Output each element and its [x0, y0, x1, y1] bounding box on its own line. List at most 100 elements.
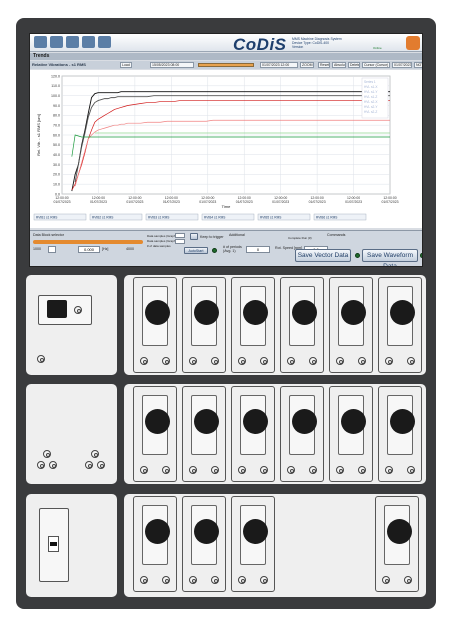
screw-icon: [358, 466, 366, 474]
sensor-module: [280, 386, 324, 482]
screw-icon: [407, 466, 415, 474]
connector-port-icon: [194, 519, 219, 544]
y-tick-label: 60.0: [53, 133, 60, 137]
keep-trigger-checkbox[interactable]: [190, 233, 198, 240]
screw-icon: [189, 576, 197, 584]
y-tick-label: 40.0: [53, 153, 60, 157]
start-time-field[interactable]: 15/05/2023 08:00: [150, 62, 194, 68]
zoom-button[interactable]: ZOOM: [300, 62, 314, 68]
connector-port-icon: [341, 300, 366, 325]
screw-icon: [404, 576, 412, 584]
range-value-field[interactable]: 0.000: [78, 246, 100, 253]
x-tick-label: 01/07/2023: [163, 200, 180, 204]
home-icon[interactable]: [34, 36, 47, 48]
screw-icon: [140, 576, 148, 584]
save-waveform-button[interactable]: Save Waveform Data: [362, 249, 418, 266]
screw-icon: [238, 576, 246, 584]
y-tick-label: 20.0: [53, 173, 60, 177]
sensor-module: [182, 277, 226, 373]
settings-icon[interactable]: [50, 36, 63, 48]
sample-field-1[interactable]: [175, 233, 185, 238]
screw-icon: [336, 466, 344, 474]
sample-field-2[interactable]: [175, 239, 185, 244]
y-axis-label: Rel. Vib. - s1 RMS [um]: [36, 114, 41, 156]
sensor-module: [378, 277, 422, 373]
report-icon[interactable]: [82, 36, 95, 48]
screw-icon: [260, 357, 268, 365]
cursor-time-field[interactable]: 01/07/2023 12:00: [392, 62, 412, 68]
end-time-field[interactable]: 01/07/2023 12:00: [260, 62, 298, 68]
brand-logo-text: CoDiS: [233, 35, 287, 54]
connector-port-icon: [243, 519, 268, 544]
connector-port-icon: [292, 300, 317, 325]
header-bar: CoDiS MMS Machine Diagnosis System Devic…: [30, 34, 422, 54]
sensor-module: [133, 496, 177, 592]
help-icon[interactable]: [98, 36, 111, 48]
y-tick-label: 120.0: [51, 74, 60, 78]
reset-button[interactable]: Reset: [318, 62, 330, 68]
screw-icon: [385, 357, 393, 365]
x-tick-label: 01/07/2023: [236, 200, 253, 204]
extra-value-field[interactable]: NOT SET: [414, 62, 422, 68]
sensor-module: [231, 277, 275, 373]
x-tick-label: 01/07/2023: [199, 200, 216, 204]
screw-icon: [385, 466, 393, 474]
toggle-lever-icon: [50, 542, 57, 546]
autostart-button[interactable]: AutoStart: [184, 247, 208, 254]
plot-tab-label: RVIB1 s1 RMS: [36, 216, 57, 220]
connector-port-icon: [243, 300, 268, 325]
legend-entry: Series 1: [364, 80, 376, 84]
sensor-module: [133, 277, 177, 373]
screw-icon: [49, 461, 57, 469]
delete-toggle[interactable]: Delete: [348, 62, 360, 68]
data-sample-2-label: # of data samples: [147, 244, 171, 248]
save-vector-button[interactable]: Save Vector Data: [295, 249, 351, 262]
screw-icon: [309, 357, 317, 365]
trend-icon[interactable]: [66, 36, 79, 48]
screw-icon: [358, 357, 366, 365]
screw-icon: [238, 357, 246, 365]
brand-sub-line-3: Version: [292, 45, 304, 49]
screw-icon: [37, 355, 45, 363]
legend-entry: HVL s1-Z: [364, 95, 377, 99]
cursor-toggle[interactable]: Cursor (Cursor): [362, 62, 390, 68]
x-tick-label: 01/07/2023: [54, 200, 71, 204]
trend-chart[interactable]: 0.010.020.030.040.050.060.070.080.090.01…: [30, 70, 423, 228]
screw-icon: [140, 357, 148, 365]
load-button[interactable]: Load: [120, 62, 132, 68]
module-rack-2: [124, 384, 426, 484]
absolute-toggle[interactable]: Absolute: [332, 62, 346, 68]
time-range-slider[interactable]: [198, 63, 254, 67]
plot-tab-label: RVIB5 s1 RMS: [260, 216, 281, 220]
data-block-label: Data Block selector: [33, 233, 64, 237]
bottom-control-panel: Data Block selector 1000 0.000 [Hz] 4000…: [30, 230, 422, 266]
sensor-module: [182, 386, 226, 482]
screw-icon: [211, 466, 219, 474]
y-tick-label: 30.0: [53, 163, 60, 167]
plot-tab-label: RVIB6 s1 RMS: [316, 216, 337, 220]
sensor-module: [231, 386, 275, 482]
screw-icon: [309, 466, 317, 474]
screw-icon: [37, 461, 45, 469]
connector-port-icon: [243, 409, 268, 434]
connector-port-icon: [341, 409, 366, 434]
screw-icon: [162, 576, 170, 584]
legend-entry: HVL s1-Y: [364, 90, 378, 94]
screw-icon: [91, 450, 99, 458]
periods-field[interactable]: 0: [246, 246, 270, 253]
sensor-module: [182, 496, 226, 592]
sensor-module: [329, 386, 373, 482]
data-block-slider[interactable]: [33, 240, 143, 244]
screw-icon: [162, 357, 170, 365]
trend-plot-area[interactable]: 0.0 10.0 20.0 30.0 40.0 50.0 60.0 70.0 80.0 90.0 1…: [30, 70, 423, 228]
screw-icon: [382, 576, 390, 584]
x-tick-label: 01/07/2023: [382, 200, 399, 204]
x-axis-label: Time: [222, 204, 232, 209]
control-bar: Relative Vibrations - s1 RMS Load 15/05/…: [30, 61, 422, 69]
connector-port-icon: [390, 409, 415, 434]
range-stepper[interactable]: [48, 246, 56, 253]
screw-icon: [85, 461, 93, 469]
connector-port-icon: [194, 409, 219, 434]
sensor-module: [378, 386, 422, 482]
connector-port-icon: [145, 519, 170, 544]
